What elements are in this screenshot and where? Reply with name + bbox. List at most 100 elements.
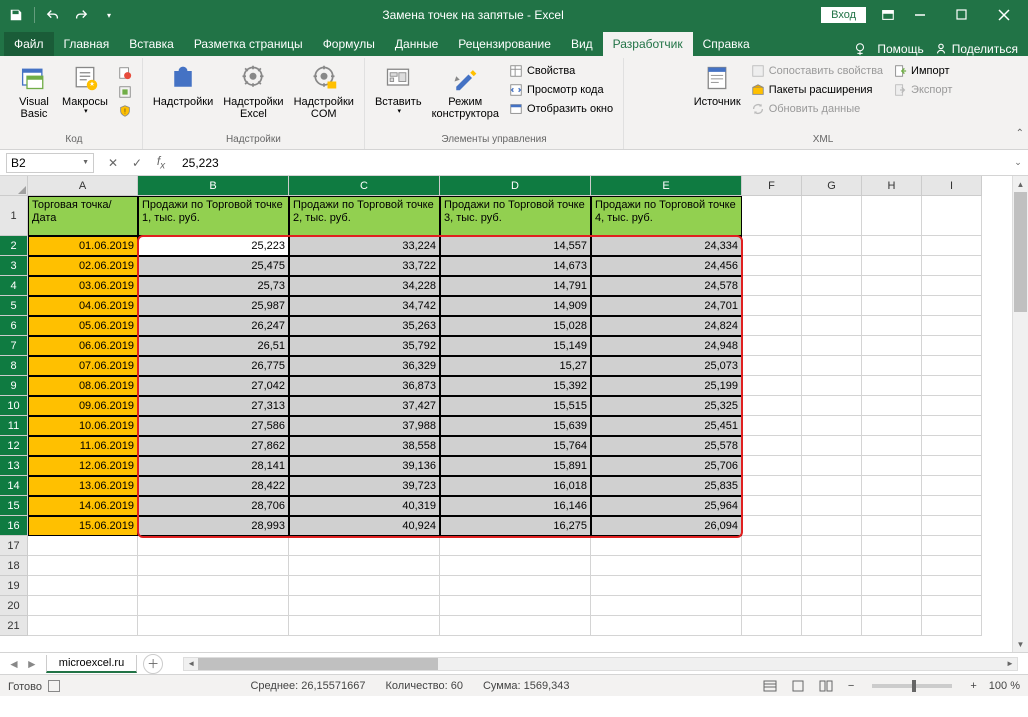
record-macro-button[interactable] bbox=[114, 64, 136, 82]
cell-D5[interactable]: 14,909 bbox=[440, 296, 591, 316]
cell-C20[interactable] bbox=[289, 596, 440, 616]
cell-F20[interactable] bbox=[742, 596, 802, 616]
cell-D16[interactable]: 16,275 bbox=[440, 516, 591, 536]
cell-B16[interactable]: 28,993 bbox=[138, 516, 289, 536]
cell-I18[interactable] bbox=[922, 556, 982, 576]
cell-E8[interactable]: 25,073 bbox=[591, 356, 742, 376]
cell-G2[interactable] bbox=[802, 236, 862, 256]
row-head-2[interactable]: 2 bbox=[0, 236, 28, 256]
cell-C1[interactable]: Продажи по Торговой точке 2, тыс. руб. bbox=[289, 196, 440, 236]
xml-source-button[interactable]: Источник bbox=[690, 60, 745, 110]
cell-F11[interactable] bbox=[742, 416, 802, 436]
qat-customize-icon[interactable]: ▾ bbox=[97, 3, 121, 27]
page-layout-view-icon[interactable] bbox=[788, 678, 808, 694]
cell-B6[interactable]: 26,247 bbox=[138, 316, 289, 336]
cell-G15[interactable] bbox=[802, 496, 862, 516]
add-sheet-button[interactable]: ＋ bbox=[143, 654, 163, 674]
cell-C4[interactable]: 34,228 bbox=[289, 276, 440, 296]
cell-F10[interactable] bbox=[742, 396, 802, 416]
cell-H7[interactable] bbox=[862, 336, 922, 356]
cell-G20[interactable] bbox=[802, 596, 862, 616]
vertical-scroll-thumb[interactable] bbox=[1014, 192, 1027, 312]
cell-F8[interactable] bbox=[742, 356, 802, 376]
normal-view-icon[interactable] bbox=[760, 678, 780, 694]
cell-D6[interactable]: 15,028 bbox=[440, 316, 591, 336]
cell-F16[interactable] bbox=[742, 516, 802, 536]
ribbon-display-options-icon[interactable] bbox=[876, 3, 900, 27]
cell-G9[interactable] bbox=[802, 376, 862, 396]
cell-D4[interactable]: 14,791 bbox=[440, 276, 591, 296]
macro-record-status-icon[interactable] bbox=[48, 680, 60, 692]
tab-данные[interactable]: Данные bbox=[385, 32, 448, 56]
cell-G17[interactable] bbox=[802, 536, 862, 556]
cell-B9[interactable]: 27,042 bbox=[138, 376, 289, 396]
tab-вид[interactable]: Вид bbox=[561, 32, 603, 56]
row-head-17[interactable]: 17 bbox=[0, 536, 28, 556]
cell-E4[interactable]: 24,578 bbox=[591, 276, 742, 296]
cell-G4[interactable] bbox=[802, 276, 862, 296]
cell-E6[interactable]: 24,824 bbox=[591, 316, 742, 336]
run-dialog-button[interactable]: Отобразить окно bbox=[505, 100, 617, 118]
cell-E9[interactable]: 25,199 bbox=[591, 376, 742, 396]
cell-I5[interactable] bbox=[922, 296, 982, 316]
cell-B8[interactable]: 26,775 bbox=[138, 356, 289, 376]
xml-import-button[interactable]: Импорт bbox=[889, 62, 956, 80]
row-head-6[interactable]: 6 bbox=[0, 316, 28, 336]
cell-H12[interactable] bbox=[862, 436, 922, 456]
cell-D21[interactable] bbox=[440, 616, 591, 636]
zoom-out-button[interactable]: − bbox=[844, 680, 858, 692]
cell-B3[interactable]: 25,475 bbox=[138, 256, 289, 276]
minimize-icon[interactable] bbox=[900, 1, 940, 29]
cell-C19[interactable] bbox=[289, 576, 440, 596]
cell-I11[interactable] bbox=[922, 416, 982, 436]
cell-H9[interactable] bbox=[862, 376, 922, 396]
row-head-12[interactable]: 12 bbox=[0, 436, 28, 456]
cell-I14[interactable] bbox=[922, 476, 982, 496]
cell-F19[interactable] bbox=[742, 576, 802, 596]
cell-A19[interactable] bbox=[28, 576, 138, 596]
enter-formula-icon[interactable]: ✓ bbox=[126, 153, 148, 173]
scroll-down-icon[interactable]: ▼ bbox=[1013, 636, 1028, 652]
cell-C16[interactable]: 40,924 bbox=[289, 516, 440, 536]
cell-C8[interactable]: 36,329 bbox=[289, 356, 440, 376]
cell-I20[interactable] bbox=[922, 596, 982, 616]
col-head-D[interactable]: D bbox=[440, 176, 591, 196]
cell-A15[interactable]: 14.06.2019 bbox=[28, 496, 138, 516]
cell-I1[interactable] bbox=[922, 196, 982, 236]
cell-A3[interactable]: 02.06.2019 bbox=[28, 256, 138, 276]
cell-D2[interactable]: 14,557 bbox=[440, 236, 591, 256]
cell-E2[interactable]: 24,334 bbox=[591, 236, 742, 256]
cell-H19[interactable] bbox=[862, 576, 922, 596]
cell-F14[interactable] bbox=[742, 476, 802, 496]
cell-F6[interactable] bbox=[742, 316, 802, 336]
undo-icon[interactable] bbox=[41, 3, 65, 27]
tab-разработчик[interactable]: Разработчик bbox=[603, 32, 693, 56]
row-head-3[interactable]: 3 bbox=[0, 256, 28, 276]
name-box-dropdown-icon[interactable]: ▼ bbox=[82, 159, 89, 166]
horizontal-scroll-thumb[interactable] bbox=[198, 658, 438, 670]
tell-me-icon[interactable] bbox=[853, 42, 867, 56]
cell-I19[interactable] bbox=[922, 576, 982, 596]
cell-A14[interactable]: 13.06.2019 bbox=[28, 476, 138, 496]
cell-F17[interactable] bbox=[742, 536, 802, 556]
cell-A1[interactable]: Торговая точка/ Дата bbox=[28, 196, 138, 236]
col-head-F[interactable]: F bbox=[742, 176, 802, 196]
cell-A9[interactable]: 08.06.2019 bbox=[28, 376, 138, 396]
cell-D7[interactable]: 15,149 bbox=[440, 336, 591, 356]
row-head-20[interactable]: 20 bbox=[0, 596, 28, 616]
cell-C5[interactable]: 34,742 bbox=[289, 296, 440, 316]
cell-G11[interactable] bbox=[802, 416, 862, 436]
cell-E13[interactable]: 25,706 bbox=[591, 456, 742, 476]
cell-G16[interactable] bbox=[802, 516, 862, 536]
cell-A13[interactable]: 12.06.2019 bbox=[28, 456, 138, 476]
cell-D8[interactable]: 15,27 bbox=[440, 356, 591, 376]
cell-B5[interactable]: 25,987 bbox=[138, 296, 289, 316]
cell-G1[interactable] bbox=[802, 196, 862, 236]
row-head-4[interactable]: 4 bbox=[0, 276, 28, 296]
cell-E10[interactable]: 25,325 bbox=[591, 396, 742, 416]
cell-H15[interactable] bbox=[862, 496, 922, 516]
cell-G13[interactable] bbox=[802, 456, 862, 476]
cell-A7[interactable]: 06.06.2019 bbox=[28, 336, 138, 356]
col-head-E[interactable]: E bbox=[591, 176, 742, 196]
fx-icon[interactable]: fx bbox=[150, 153, 172, 173]
